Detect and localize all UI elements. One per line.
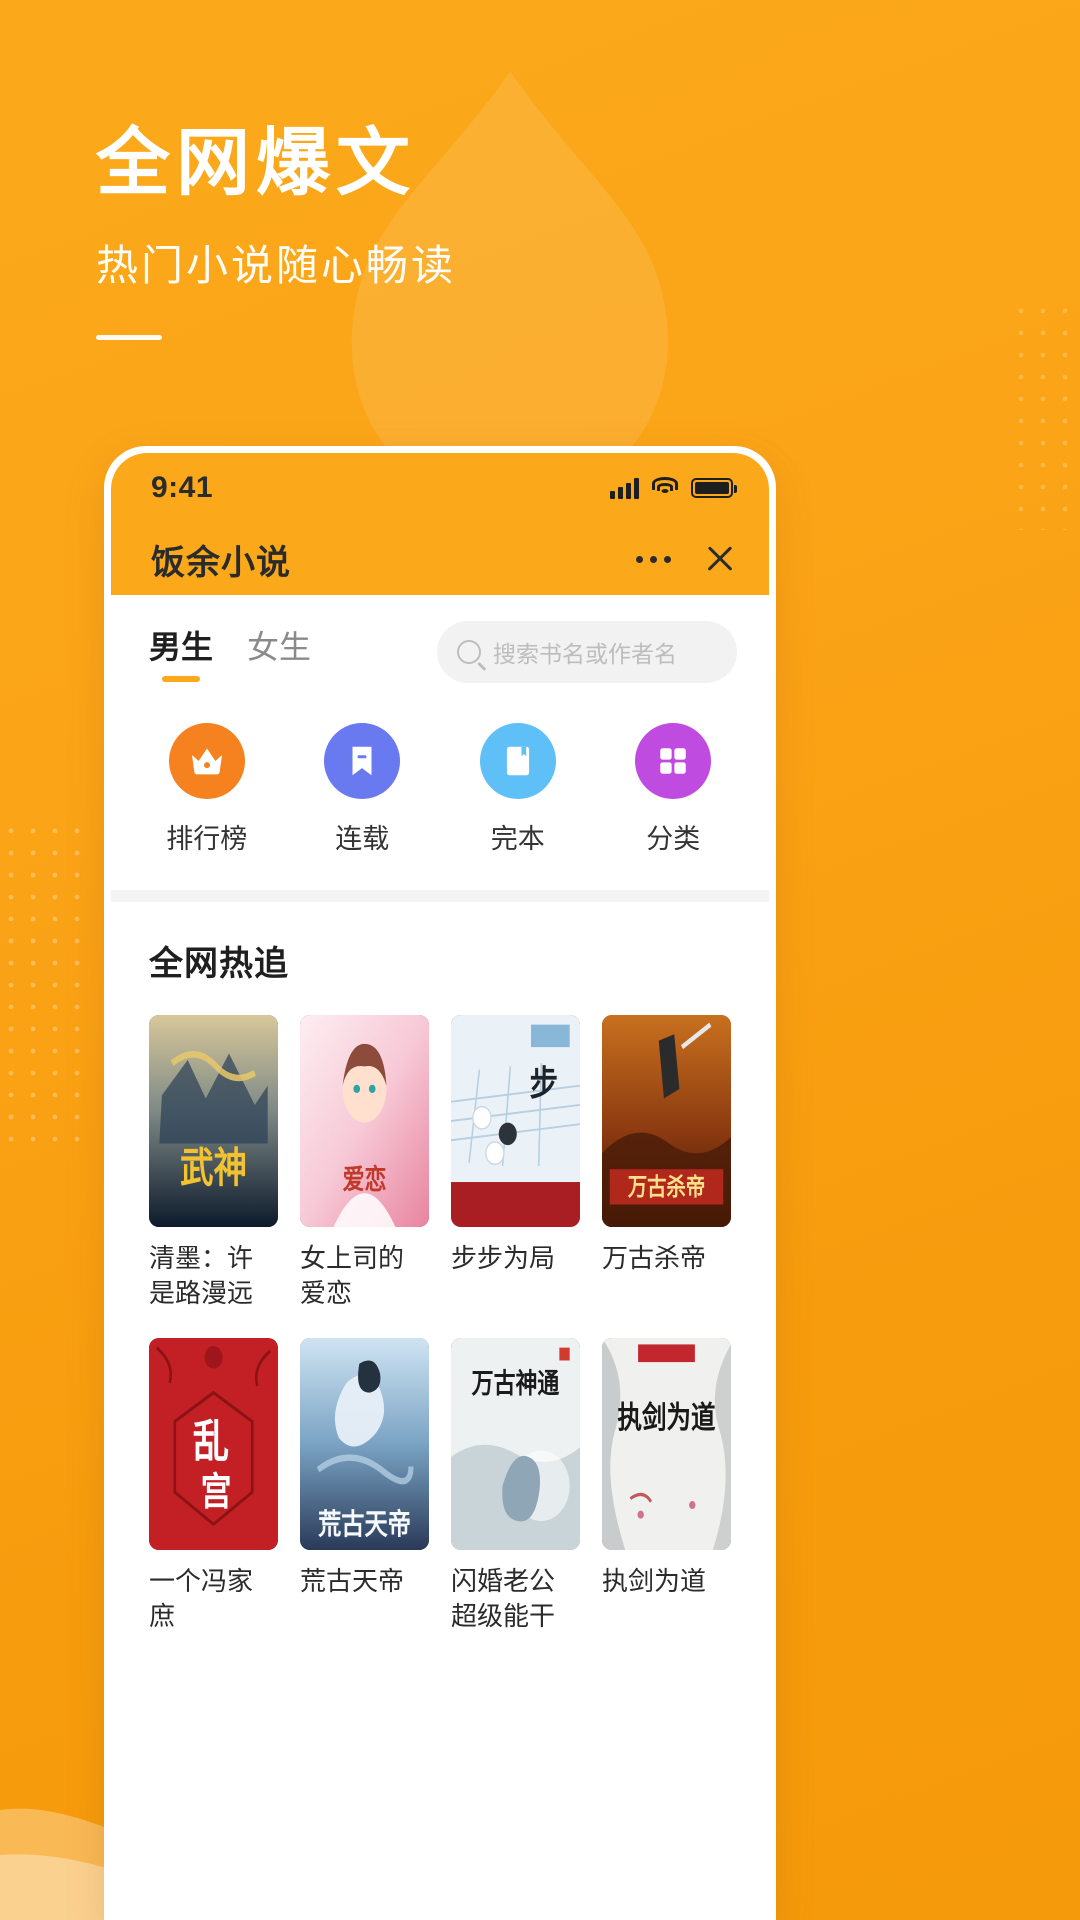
book-cover: 爱恋 (300, 1015, 429, 1227)
book-cover: 荒古天帝 (300, 1337, 429, 1550)
tab-male-label: 男生 (149, 629, 214, 665)
book-cover: 乱 宫 (149, 1337, 278, 1550)
app-name: 饭余小说 (151, 543, 291, 582)
book-card[interactable]: 步 步步为局 (451, 1015, 580, 1312)
book-title: 闪婚老公超级能干 (451, 1565, 556, 1632)
tab-and-search-row: 男生 女生 搜索书名或作者名 (111, 595, 769, 701)
svg-text:万古神通: 万古神通 (472, 1368, 560, 1399)
wifi-icon (651, 477, 679, 499)
svg-text:步: 步 (530, 1063, 558, 1103)
close-icon[interactable] (705, 544, 735, 574)
grid-icon (635, 723, 712, 799)
svg-text:执剑为道: 执剑为道 (618, 1400, 716, 1434)
book-card[interactable]: 爱恋 女上司的爱恋 (300, 1015, 429, 1312)
more-horizontal-icon[interactable] (636, 555, 671, 563)
battery-full-icon (691, 478, 737, 498)
tab-female-label: 女生 (247, 629, 312, 665)
quick-nav-ranking-label: 排行榜 (166, 824, 248, 854)
svg-text:荒古天帝: 荒古天帝 (318, 1507, 411, 1540)
search-input[interactable]: 搜索书名或作者名 (437, 621, 737, 683)
book-title: 万古杀帝 (602, 1243, 707, 1273)
status-bar: 9:41 (111, 453, 769, 523)
dot-pattern-right (1010, 300, 1080, 530)
title-rule (96, 334, 162, 340)
book-cover: 万古神通 (451, 1337, 580, 1550)
status-time: 9:41 (151, 471, 214, 504)
quick-nav: 排行榜 连载 完本 分类 (111, 701, 769, 890)
svg-text:乱: 乱 (193, 1417, 229, 1467)
book-title: 女上司的爱恋 (300, 1243, 405, 1309)
poster-heading: 全网爆文 热门小说随心畅读 (96, 123, 457, 340)
book-title: 步步为局 (451, 1243, 556, 1273)
svg-text:宫: 宫 (201, 1471, 232, 1514)
book-card[interactable]: 荒古天帝 荒古天帝 (300, 1337, 429, 1635)
book-title: 一个冯家庶 (149, 1565, 254, 1632)
book-card[interactable]: 万古杀帝 万古杀帝 (602, 1015, 731, 1312)
bookmark-icon (324, 723, 401, 799)
book-icon (479, 723, 556, 799)
book-cover: 执剑为道 (602, 1337, 731, 1550)
quick-nav-finished-label: 完本 (490, 824, 545, 854)
gender-tabs: 男生 女生 (149, 622, 311, 682)
page-subtitle: 热门小说随心畅读 (96, 243, 457, 290)
book-card[interactable]: 执剑为道 执剑为道 (602, 1337, 731, 1635)
book-cover: 万古杀帝 (602, 1015, 731, 1227)
book-title: 清墨：许是路漫远 (149, 1243, 254, 1309)
section-title: 全网热追 (149, 945, 289, 983)
book-card[interactable]: 万古神通 闪婚老公超级能干 (451, 1337, 580, 1635)
crown-icon (168, 723, 245, 799)
svg-text:爱恋: 爱恋 (343, 1163, 387, 1195)
quick-nav-serial[interactable]: 连载 (285, 723, 441, 856)
book-title: 执剑为道 (602, 1565, 707, 1596)
book-title: 荒古天帝 (300, 1565, 405, 1596)
app-title-bar: 饭余小说 (111, 523, 769, 595)
tab-female[interactable]: 女生 (247, 622, 311, 682)
search-placeholder: 搜索书名或作者名 (493, 641, 677, 667)
quick-nav-category[interactable]: 分类 (596, 723, 752, 856)
book-card[interactable]: 乱 宫 一个冯家庶 (149, 1337, 278, 1635)
section-divider (111, 890, 769, 902)
book-grid: 武神 清墨：许是路漫远 爱恋 女上司的爱恋 步 步步为局 万古杀帝 万古杀帝 乱… (149, 1015, 731, 1634)
quick-nav-category-label: 分类 (646, 824, 701, 854)
cellular-signal-icon (610, 477, 639, 499)
quick-nav-finished[interactable]: 完本 (440, 723, 596, 856)
app-screen: 男生 女生 搜索书名或作者名 排行榜 连载 完本 分类 全网热追 武神 清墨：许… (111, 595, 769, 1920)
book-cover: 步 (451, 1015, 580, 1227)
book-cover: 武神 (149, 1015, 278, 1227)
quick-nav-ranking[interactable]: 排行榜 (129, 723, 285, 856)
svg-text:万古杀帝: 万古杀帝 (627, 1173, 705, 1201)
tab-male[interactable]: 男生 (149, 622, 213, 682)
search-icon (457, 640, 481, 664)
quick-nav-serial-label: 连载 (335, 824, 390, 854)
book-card[interactable]: 武神 清墨：许是路漫远 (149, 1015, 278, 1312)
hot-books-section: 全网热追 武神 清墨：许是路漫远 爱恋 女上司的爱恋 步 步步为局 万古杀帝 万… (111, 902, 769, 1634)
svg-text:武神: 武神 (180, 1146, 247, 1192)
phone-mockup: 9:41 饭余小说 男生 女生 搜索书名或作者名 排行榜 连载 完本 分类 全网… (104, 446, 776, 1920)
page-title: 全网爆文 (96, 123, 416, 205)
dot-pattern-left (0, 820, 90, 1150)
